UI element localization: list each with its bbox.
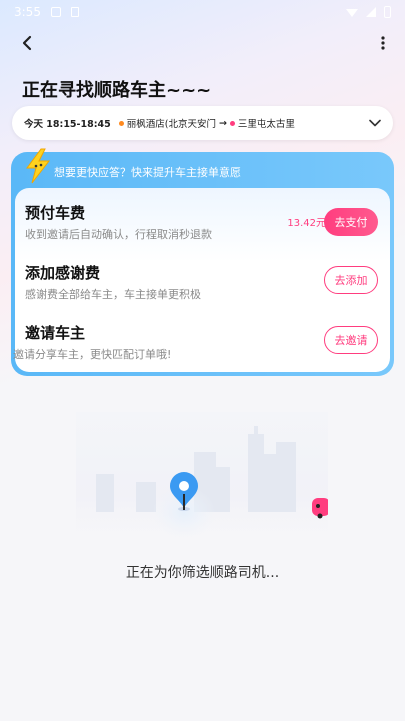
page-title: 正在寻找顺路车主~~~ <box>22 80 212 101</box>
option-title: 预付车费 <box>25 204 86 222</box>
status-right-icons <box>346 6 391 18</box>
option-thanks-fee: 添加感谢费 感谢费全部给车主，车主接单更积极 去添加 <box>15 260 390 316</box>
option-desc: 感谢费全部给车主，车主接单更积极 <box>25 288 201 301</box>
searching-status-text: 正在为你筛选顺路司机... <box>125 565 280 581</box>
option-invite-driver: 邀请车主 邀请分享车主，更快匹配订单哦! 去邀请 <box>13 320 390 376</box>
badge-notification-icon <box>70 7 79 17</box>
trip-time-range: 今天 18:15-18:45 <box>24 119 111 130</box>
wifi-icon <box>346 9 358 17</box>
battery-icon <box>384 6 391 18</box>
option-desc: 邀请分享车主，更快匹配订单哦! <box>13 348 172 361</box>
trip-arrow: → <box>218 117 227 129</box>
more-vertical-icon <box>381 36 385 50</box>
boost-header: 想要更快应答？快来提升车主接单意愿 <box>54 166 241 179</box>
option-title: 添加感谢费 <box>25 264 101 282</box>
boost-card: 想要更快应答？快来提升车主接单意愿 预付车费 收到邀请后自动确认，行程取消秒退款… <box>11 148 394 376</box>
destination-dot-icon <box>229 120 235 126</box>
trip-origin: 丽枫酒店(北京天安门 <box>126 119 216 130</box>
trip-summary-bar[interactable]: 今天 18:15-18:45 丽枫酒店(北京天安门 → 三里屯太古里 <box>12 106 393 140</box>
status-time: 3:55 <box>14 5 41 19</box>
gallery-notification-icon <box>50 7 61 17</box>
trip-destination: 三里屯太古里 <box>237 119 295 130</box>
more-button[interactable] <box>373 30 393 56</box>
origin-dot-icon <box>118 120 124 126</box>
add-thanks-fee-button[interactable]: 去添加 <box>324 266 378 294</box>
invite-driver-button[interactable]: 去邀请 <box>324 326 378 354</box>
pay-button[interactable]: 去支付 <box>324 208 378 236</box>
signal-icon <box>366 7 376 17</box>
prepay-price: 13.42元 <box>287 218 326 229</box>
option-desc: 收到邀请后自动确认，行程取消秒退款 <box>25 228 212 241</box>
boost-options-panel: 预付车费 收到邀请后自动确认，行程取消秒退款 13.42元 去支付 添加感谢费 … <box>13 188 390 372</box>
chevron-down-icon[interactable] <box>369 119 381 127</box>
lightning-bolt-icon <box>26 148 51 184</box>
option-title: 邀请车主 <box>25 324 86 342</box>
option-prepay: 预付车费 收到邀请后自动确认，行程取消秒退款 13.42元 去支付 <box>15 200 390 256</box>
back-arrow-icon <box>22 35 32 51</box>
back-button[interactable] <box>14 30 40 56</box>
status-bar: 3:55 <box>0 0 405 24</box>
searching-illustration <box>76 412 328 550</box>
